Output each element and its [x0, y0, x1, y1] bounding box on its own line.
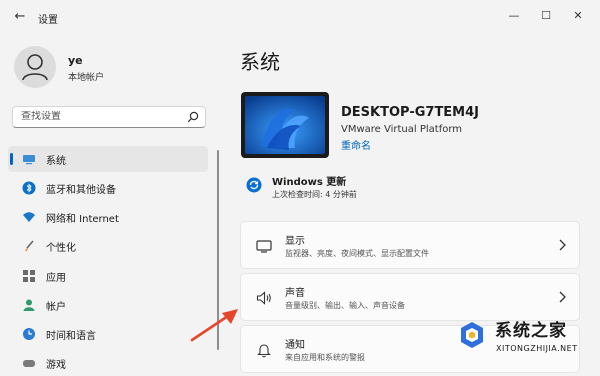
card-subtitle: 音量级别、输出、输入、声音设备 — [285, 301, 405, 310]
chevron-right-icon — [559, 291, 566, 303]
close-button[interactable]: ✕ — [566, 6, 590, 26]
sidebar-item-label: 游戏 — [46, 360, 66, 371]
selection-indicator — [10, 153, 13, 165]
sidebar-item-personalization[interactable]: 个性化 — [8, 233, 208, 259]
title-bar: ← 设置 — ☐ ✕ — [0, 0, 600, 34]
sidebar-item-label: 网络和 Internet — [46, 214, 119, 225]
rename-link[interactable]: 重命名 — [341, 137, 371, 152]
clock-globe-icon — [23, 328, 35, 340]
sidebar-item-bluetooth[interactable]: 蓝牙和其他设备 — [8, 175, 208, 201]
sidebar-item-label: 个性化 — [46, 243, 76, 254]
watermark-url: XITONGZHIJIA.NET — [496, 344, 578, 353]
card-subtitle: 来自应用和系统的警报 — [285, 353, 365, 362]
windows-update-status: 上次检查时间: 4 分钟前 — [272, 190, 357, 199]
card-title: 声音 — [285, 288, 305, 299]
maximize-button[interactable]: ☐ — [534, 6, 558, 26]
wifi-icon — [23, 212, 35, 222]
bluetooth-icon — [22, 181, 36, 195]
account-type: 本地帐户 — [68, 73, 105, 83]
avatar[interactable] — [14, 46, 56, 88]
display-icon — [256, 240, 272, 253]
wallpaper-bloom-image — [245, 96, 325, 154]
apps-icon — [23, 270, 35, 282]
sidebar-item-apps[interactable]: 应用 — [8, 263, 208, 289]
search-box[interactable] — [12, 106, 206, 128]
sidebar-item-label: 应用 — [46, 273, 66, 284]
sidebar-item-time-language[interactable]: 时间和语言 — [8, 321, 208, 347]
search-input[interactable] — [21, 111, 181, 122]
device-wallpaper-thumbnail — [241, 92, 329, 158]
sidebar-item-accounts[interactable]: 帐户 — [8, 292, 208, 318]
sidebar-item-label: 系统 — [46, 156, 66, 167]
windows-update-title[interactable]: Windows 更新 — [272, 173, 346, 188]
card-subtitle: 监视器、亮度、夜间模式、显示配置文件 — [285, 249, 429, 258]
brush-icon — [25, 240, 34, 252]
account-icon — [23, 299, 35, 311]
sidebar-item-system[interactable]: 系统 — [8, 146, 208, 172]
sidebar-item-gaming[interactable]: 游戏 — [8, 350, 208, 376]
watermark-logo — [461, 322, 483, 348]
sidebar-item-network[interactable]: 网络和 Internet — [8, 204, 208, 230]
speaker-icon — [256, 291, 271, 305]
annotation-arrow — [190, 309, 238, 342]
user-name: ye — [68, 54, 83, 67]
user-icon — [22, 54, 48, 81]
windows-update-icon — [246, 177, 262, 193]
device-model: VMware Virtual Platform — [341, 124, 463, 135]
card-title: 显示 — [285, 236, 305, 247]
search-icon[interactable] — [187, 111, 199, 123]
sidebar-item-label: 帐户 — [46, 302, 66, 313]
sidebar-item-label: 蓝牙和其他设备 — [46, 185, 116, 196]
watermark-title: 系统之家 — [495, 321, 567, 341]
card-title: 通知 — [285, 340, 305, 351]
settings-card-display[interactable]: 显示 监视器、亮度、夜间模式、显示配置文件 — [240, 221, 580, 269]
app-title: 设置 — [38, 15, 58, 26]
sidebar-item-label: 时间和语言 — [46, 331, 96, 342]
monitor-icon — [23, 155, 35, 165]
chevron-right-icon — [559, 239, 566, 251]
page-title: 系统 — [240, 50, 280, 74]
minimize-button[interactable]: — — [502, 6, 526, 26]
gaming-icon — [23, 360, 35, 367]
bell-icon — [257, 344, 271, 358]
device-name: DESKTOP-G7TEM4J — [341, 105, 480, 120]
back-button[interactable]: ← — [12, 10, 28, 24]
settings-card-sound[interactable]: 声音 音量级别、输出、输入、声音设备 — [240, 273, 580, 321]
